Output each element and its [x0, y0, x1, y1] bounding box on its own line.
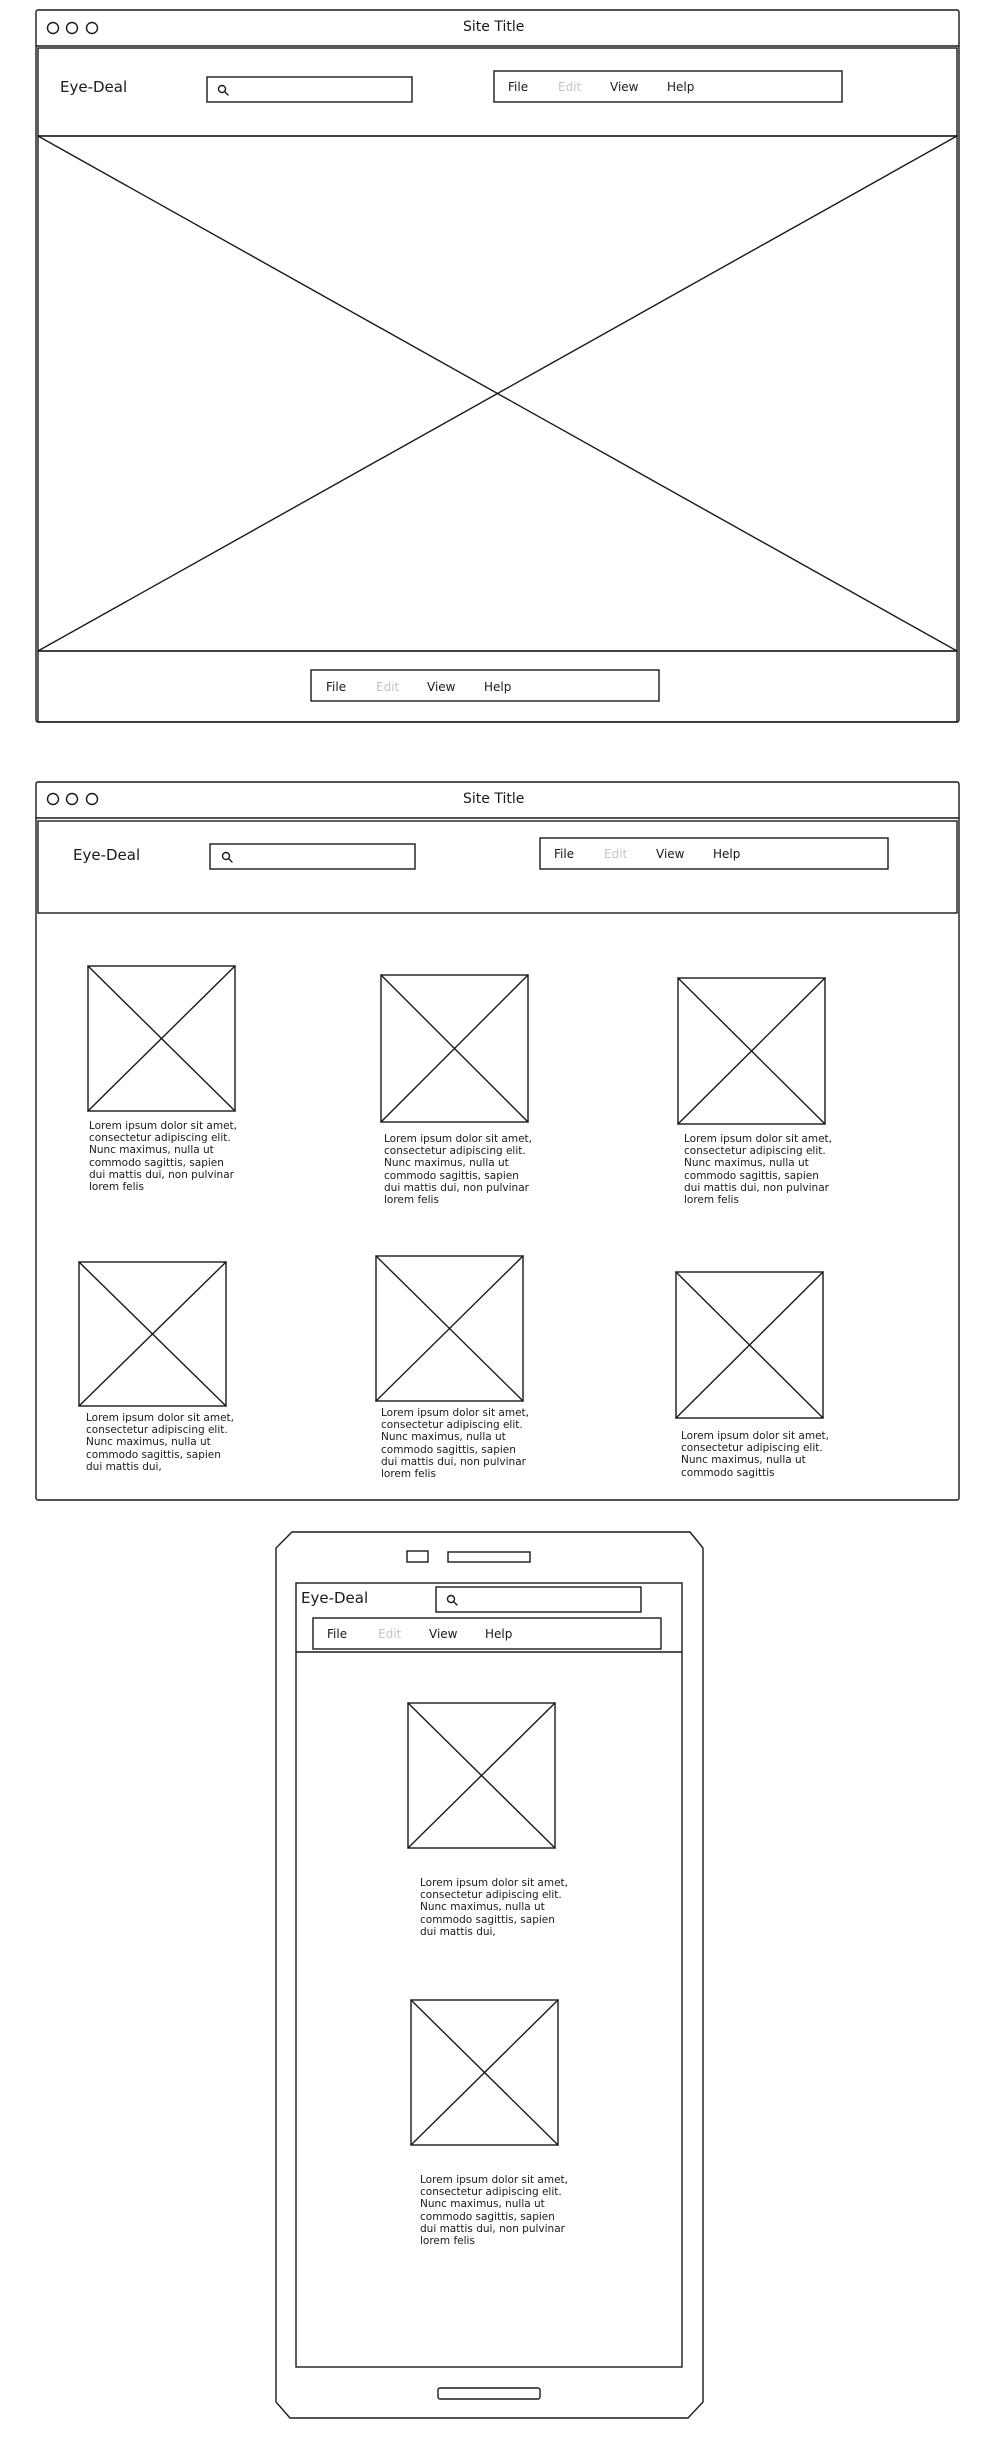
search-icon: [446, 1594, 458, 1606]
image-placeholder: [87, 965, 236, 1112]
window-dot-icon[interactable]: [65, 792, 79, 806]
site-title: Site Title: [463, 791, 525, 807]
menu-item-help[interactable]: Help: [667, 80, 694, 94]
card-text: Lorem ipsum dolor sit amet, consectetur …: [381, 1407, 529, 1481]
image-placeholder: [675, 1271, 824, 1419]
image-placeholder: [410, 1999, 559, 2146]
card-text: Lorem ipsum dolor sit amet, consectetur …: [89, 1120, 237, 1194]
search-icon: [217, 84, 229, 96]
header-panel: [37, 47, 958, 137]
site-title: Site Title: [463, 19, 525, 35]
menu-item-file[interactable]: File: [508, 80, 528, 94]
search-icon: [221, 851, 233, 863]
menu-item-help[interactable]: Help: [713, 847, 740, 861]
image-placeholder: [375, 1255, 524, 1402]
menu-item-file[interactable]: File: [554, 847, 574, 861]
search-input[interactable]: [209, 843, 416, 870]
header-panel: [37, 820, 958, 914]
logo[interactable]: Eye-Deal: [301, 1589, 368, 1607]
mobile-wireframe: [275, 1531, 704, 2419]
window-dot-icon[interactable]: [65, 21, 79, 35]
image-placeholder: [78, 1261, 227, 1407]
browser-window: [35, 9, 960, 723]
card-text: Lorem ipsum dolor sit amet, consectetur …: [420, 1877, 568, 1938]
card-text: Lorem ipsum dolor sit amet, consectetur …: [684, 1133, 832, 1207]
phone-camera: [406, 1550, 429, 1563]
search-input[interactable]: [206, 76, 413, 103]
search-input[interactable]: [435, 1586, 642, 1613]
window-dot-icon[interactable]: [85, 21, 99, 35]
wireframe-canvas: [35, 9, 960, 2419]
menu-item-edit: Edit: [558, 80, 582, 94]
logo[interactable]: Eye-Deal: [60, 78, 127, 96]
menu-item-edit: Edit: [604, 847, 628, 861]
card-text: Lorem ipsum dolor sit amet, consectetur …: [420, 2174, 568, 2248]
menu-item-file[interactable]: File: [327, 1627, 347, 1641]
window-dot-icon[interactable]: [46, 792, 60, 806]
phone-speaker: [447, 1551, 531, 1563]
footer-menu-item-edit: Edit: [376, 680, 400, 694]
window-dot-icon[interactable]: [46, 21, 60, 35]
footer-menu-item-view[interactable]: View: [427, 680, 455, 694]
menu-item-edit: Edit: [378, 1627, 402, 1641]
footer-menu-item-help[interactable]: Help: [484, 680, 511, 694]
window-dot-icon[interactable]: [85, 792, 99, 806]
menu-item-view[interactable]: View: [656, 847, 684, 861]
menu-item-view[interactable]: View: [429, 1627, 457, 1641]
card-text: Lorem ipsum dolor sit amet, consectetur …: [384, 1133, 532, 1207]
phone-body: [275, 1531, 704, 2419]
home-button[interactable]: [437, 2387, 541, 2400]
logo[interactable]: Eye-Deal: [73, 846, 140, 864]
image-placeholder: [677, 977, 826, 1125]
footer-menu-item-file[interactable]: File: [326, 680, 346, 694]
image-placeholder: [407, 1702, 556, 1849]
card-text: Lorem ipsum dolor sit amet, consectetur …: [681, 1430, 829, 1479]
desktop-wireframe-home: [35, 9, 960, 723]
menu-item-help[interactable]: Help: [485, 1627, 512, 1641]
image-placeholder: [380, 974, 529, 1123]
card-text: Lorem ipsum dolor sit amet, consectetur …: [86, 1412, 234, 1473]
menu-item-view[interactable]: View: [610, 80, 638, 94]
